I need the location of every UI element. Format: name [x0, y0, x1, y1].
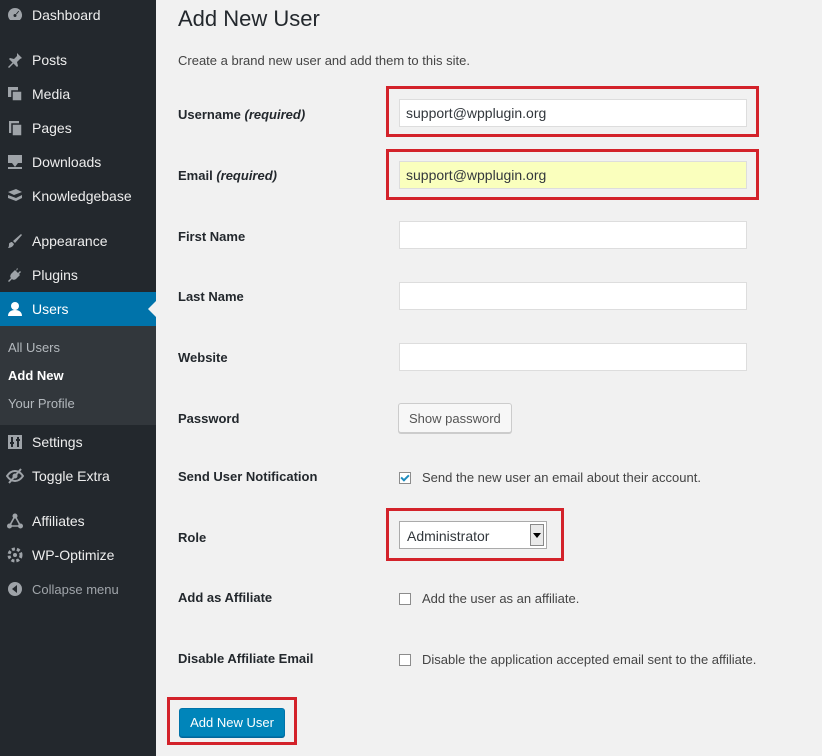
menu-label: Posts [32, 52, 68, 68]
menu-media[interactable]: Media [0, 77, 156, 111]
page-subtitle: Create a brand new user and add them to … [178, 53, 470, 68]
first-name-input[interactable] [399, 221, 747, 249]
menu-settings[interactable]: Settings [0, 425, 156, 459]
website-label: Website [178, 350, 228, 365]
role-select[interactable]: Administrator [399, 521, 547, 549]
submenu-add-new[interactable]: Add New [8, 368, 64, 383]
required-marker: (required) [244, 107, 306, 122]
submenu-your-profile[interactable]: Your Profile [8, 396, 75, 411]
username-input[interactable] [399, 99, 747, 127]
menu-label: Knowledgebase [32, 188, 132, 204]
last-name-input[interactable] [399, 282, 747, 310]
user-icon [5, 299, 25, 319]
last-name-label: Last Name [178, 289, 244, 304]
menu-label: Dashboard [32, 7, 101, 23]
chevron-down-icon [530, 524, 544, 546]
paintbrush-icon [5, 231, 25, 251]
password-label: Password [178, 411, 240, 426]
menu-downloads[interactable]: Downloads [0, 145, 156, 179]
gear-icon [5, 545, 25, 565]
menu-plugins[interactable]: Plugins [0, 258, 156, 292]
username-label: Username (required) [178, 107, 305, 122]
users-submenu: All Users Add New Your Profile [0, 326, 156, 425]
email-label-text: Email [178, 168, 213, 183]
menu-affiliates[interactable]: Affiliates [0, 504, 156, 538]
notification-text: Send the new user an email about their a… [422, 470, 701, 485]
admin-sidebar: Dashboard Posts Media Pages Downloads Kn… [0, 0, 156, 756]
menu-users[interactable]: Users [0, 292, 156, 326]
required-marker: (required) [216, 168, 277, 183]
menu-wp-optimize[interactable]: WP-Optimize [0, 538, 156, 572]
website-input[interactable] [399, 343, 747, 371]
dashboard-icon [5, 5, 25, 25]
disable-email-label: Disable Affiliate Email [178, 651, 314, 666]
menu-label: Pages [32, 120, 72, 136]
collapse-icon [5, 579, 25, 599]
disable-email-checkbox[interactable] [399, 654, 411, 666]
email-input[interactable] [399, 161, 747, 189]
settings-icon [5, 432, 25, 452]
menu-posts[interactable]: Posts [0, 43, 156, 77]
menu-label: Settings [32, 434, 83, 450]
page-title: Add New User [178, 6, 320, 31]
share-icon [5, 511, 25, 531]
add-new-user-button[interactable]: Add New User [179, 708, 285, 737]
username-label-text: Username [178, 107, 241, 122]
menu-label: Affiliates [32, 513, 85, 529]
disable-email-text: Disable the application accepted email s… [422, 652, 757, 667]
menu-dashboard[interactable]: Dashboard [0, 0, 156, 32]
menu-appearance[interactable]: Appearance [0, 224, 156, 258]
menu-label: Collapse menu [32, 581, 119, 597]
notification-label: Send User Notification [178, 469, 318, 484]
affiliate-label: Add as Affiliate [178, 590, 273, 605]
menu-label: Toggle Extra [32, 468, 110, 484]
menu-label: Appearance [32, 233, 108, 249]
role-label: Role [178, 530, 207, 545]
menu-label: Media [32, 86, 71, 102]
menu-label: WP-Optimize [32, 547, 115, 563]
collapse-menu-button[interactable]: Collapse menu [0, 572, 156, 606]
menu-knowledgebase[interactable]: Knowledgebase [0, 179, 156, 213]
first-name-label: First Name [178, 229, 246, 244]
submenu-all-users[interactable]: All Users [8, 340, 60, 355]
affiliate-checkbox[interactable] [399, 593, 411, 605]
eye-slash-icon [5, 466, 25, 486]
role-select-value: Administrator [407, 528, 490, 544]
book-icon [5, 186, 25, 206]
menu-pages[interactable]: Pages [0, 111, 156, 145]
pages-icon [5, 118, 25, 138]
download-icon [5, 152, 25, 172]
menu-label: Downloads [32, 154, 102, 170]
show-password-button[interactable]: Show password [398, 403, 512, 433]
menu-label: Users [32, 301, 69, 317]
menu-label: Plugins [32, 267, 78, 283]
email-label: Email (required) [178, 168, 277, 183]
media-icon [5, 84, 25, 104]
notification-checkbox[interactable] [399, 472, 411, 484]
plugin-icon [5, 265, 25, 285]
menu-toggle-extra[interactable]: Toggle Extra [0, 459, 156, 493]
main-content: Add New User Create a brand new user and… [156, 0, 822, 756]
pin-icon [5, 50, 25, 70]
affiliate-text: Add the user as an affiliate. [422, 591, 580, 606]
